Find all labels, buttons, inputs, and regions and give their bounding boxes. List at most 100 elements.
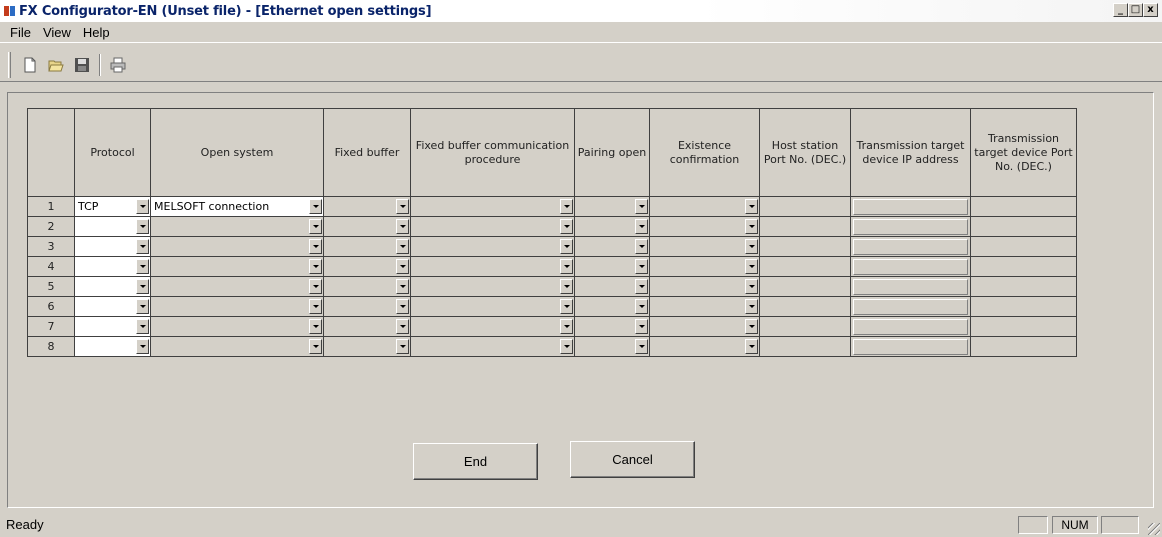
target-port-field[interactable] <box>970 236 1077 257</box>
fixed-buffer-procedure-select[interactable] <box>410 196 575 217</box>
chevron-down-icon[interactable] <box>745 199 758 214</box>
restore-button[interactable]: □ <box>1128 3 1143 17</box>
existence-confirmation-select[interactable] <box>649 276 760 297</box>
existence-confirmation-select[interactable] <box>649 196 760 217</box>
host-port-field[interactable] <box>759 336 851 357</box>
protocol-select[interactable] <box>74 256 151 277</box>
chevron-down-icon[interactable] <box>745 339 758 354</box>
protocol-select[interactable] <box>74 236 151 257</box>
chevron-down-icon[interactable] <box>635 219 648 234</box>
protocol-select[interactable] <box>74 296 151 317</box>
chevron-down-icon[interactable] <box>136 279 149 294</box>
protocol-select[interactable] <box>74 276 151 297</box>
chevron-down-icon[interactable] <box>560 199 573 214</box>
target-ip-field[interactable] <box>850 196 971 217</box>
pairing-open-select[interactable] <box>574 196 650 217</box>
cancel-button[interactable]: Cancel <box>570 441 695 478</box>
chevron-down-icon[interactable] <box>560 299 573 314</box>
target-port-field[interactable] <box>970 336 1077 357</box>
open-system-select[interactable] <box>150 236 324 257</box>
chevron-down-icon[interactable] <box>136 219 149 234</box>
fixed-buffer-procedure-select[interactable] <box>410 256 575 277</box>
menu-help[interactable]: Help <box>77 25 116 40</box>
chevron-down-icon[interactable] <box>635 259 648 274</box>
chevron-down-icon[interactable] <box>560 239 573 254</box>
target-port-field[interactable] <box>970 216 1077 237</box>
chevron-down-icon[interactable] <box>396 279 409 294</box>
chevron-down-icon[interactable] <box>635 339 648 354</box>
fixed-buffer-procedure-select[interactable] <box>410 336 575 357</box>
existence-confirmation-select[interactable] <box>649 336 760 357</box>
menu-file[interactable]: File <box>4 25 37 40</box>
fixed-buffer-select[interactable] <box>323 256 411 277</box>
chevron-down-icon[interactable] <box>745 319 758 334</box>
menu-view[interactable]: View <box>37 25 77 40</box>
host-port-field[interactable] <box>759 296 851 317</box>
target-ip-field[interactable] <box>850 316 971 337</box>
chevron-down-icon[interactable] <box>396 319 409 334</box>
target-ip-field[interactable] <box>850 256 971 277</box>
fixed-buffer-procedure-select[interactable] <box>410 296 575 317</box>
target-port-field[interactable] <box>970 276 1077 297</box>
chevron-down-icon[interactable] <box>635 299 648 314</box>
fixed-buffer-procedure-select[interactable] <box>410 316 575 337</box>
fixed-buffer-select[interactable] <box>323 296 411 317</box>
fixed-buffer-procedure-select[interactable] <box>410 276 575 297</box>
chevron-down-icon[interactable] <box>396 299 409 314</box>
pairing-open-select[interactable] <box>574 316 650 337</box>
open-system-select[interactable] <box>150 276 324 297</box>
pairing-open-select[interactable] <box>574 336 650 357</box>
end-button[interactable]: End <box>413 443 538 480</box>
existence-confirmation-select[interactable] <box>649 316 760 337</box>
pairing-open-select[interactable] <box>574 256 650 277</box>
open-folder-icon[interactable] <box>45 54 67 76</box>
protocol-select[interactable] <box>74 316 151 337</box>
chevron-down-icon[interactable] <box>309 259 322 274</box>
chevron-down-icon[interactable] <box>560 219 573 234</box>
chevron-down-icon[interactable] <box>396 259 409 274</box>
print-icon[interactable] <box>107 54 129 76</box>
open-system-select[interactable] <box>150 316 324 337</box>
chevron-down-icon[interactable] <box>309 339 322 354</box>
protocol-select[interactable] <box>74 216 151 237</box>
chevron-down-icon[interactable] <box>635 279 648 294</box>
open-system-select[interactable] <box>150 256 324 277</box>
target-ip-field[interactable] <box>850 236 971 257</box>
chevron-down-icon[interactable] <box>635 239 648 254</box>
host-port-field[interactable] <box>759 256 851 277</box>
existence-confirmation-select[interactable] <box>649 296 760 317</box>
close-button[interactable]: x <box>1143 3 1158 17</box>
toolbar-grip[interactable] <box>8 52 11 78</box>
chevron-down-icon[interactable] <box>745 239 758 254</box>
pairing-open-select[interactable] <box>574 276 650 297</box>
open-system-select[interactable] <box>150 216 324 237</box>
chevron-down-icon[interactable] <box>560 279 573 294</box>
chevron-down-icon[interactable] <box>635 319 648 334</box>
chevron-down-icon[interactable] <box>136 239 149 254</box>
target-port-field[interactable] <box>970 316 1077 337</box>
protocol-select[interactable] <box>74 336 151 357</box>
chevron-down-icon[interactable] <box>309 199 322 214</box>
target-port-field[interactable] <box>970 196 1077 217</box>
target-port-field[interactable] <box>970 296 1077 317</box>
existence-confirmation-select[interactable] <box>649 236 760 257</box>
chevron-down-icon[interactable] <box>396 199 409 214</box>
chevron-down-icon[interactable] <box>745 219 758 234</box>
chevron-down-icon[interactable] <box>309 279 322 294</box>
target-ip-field[interactable] <box>850 276 971 297</box>
chevron-down-icon[interactable] <box>396 339 409 354</box>
host-port-field[interactable] <box>759 236 851 257</box>
fixed-buffer-select[interactable] <box>323 196 411 217</box>
host-port-field[interactable] <box>759 276 851 297</box>
fixed-buffer-select[interactable] <box>323 316 411 337</box>
fixed-buffer-select[interactable] <box>323 216 411 237</box>
chevron-down-icon[interactable] <box>560 259 573 274</box>
chevron-down-icon[interactable] <box>136 199 149 214</box>
fixed-buffer-procedure-select[interactable] <box>410 236 575 257</box>
fixed-buffer-select[interactable] <box>323 276 411 297</box>
pairing-open-select[interactable] <box>574 216 650 237</box>
protocol-select[interactable]: TCP <box>74 196 151 217</box>
host-port-field[interactable] <box>759 216 851 237</box>
chevron-down-icon[interactable] <box>745 299 758 314</box>
chevron-down-icon[interactable] <box>745 279 758 294</box>
